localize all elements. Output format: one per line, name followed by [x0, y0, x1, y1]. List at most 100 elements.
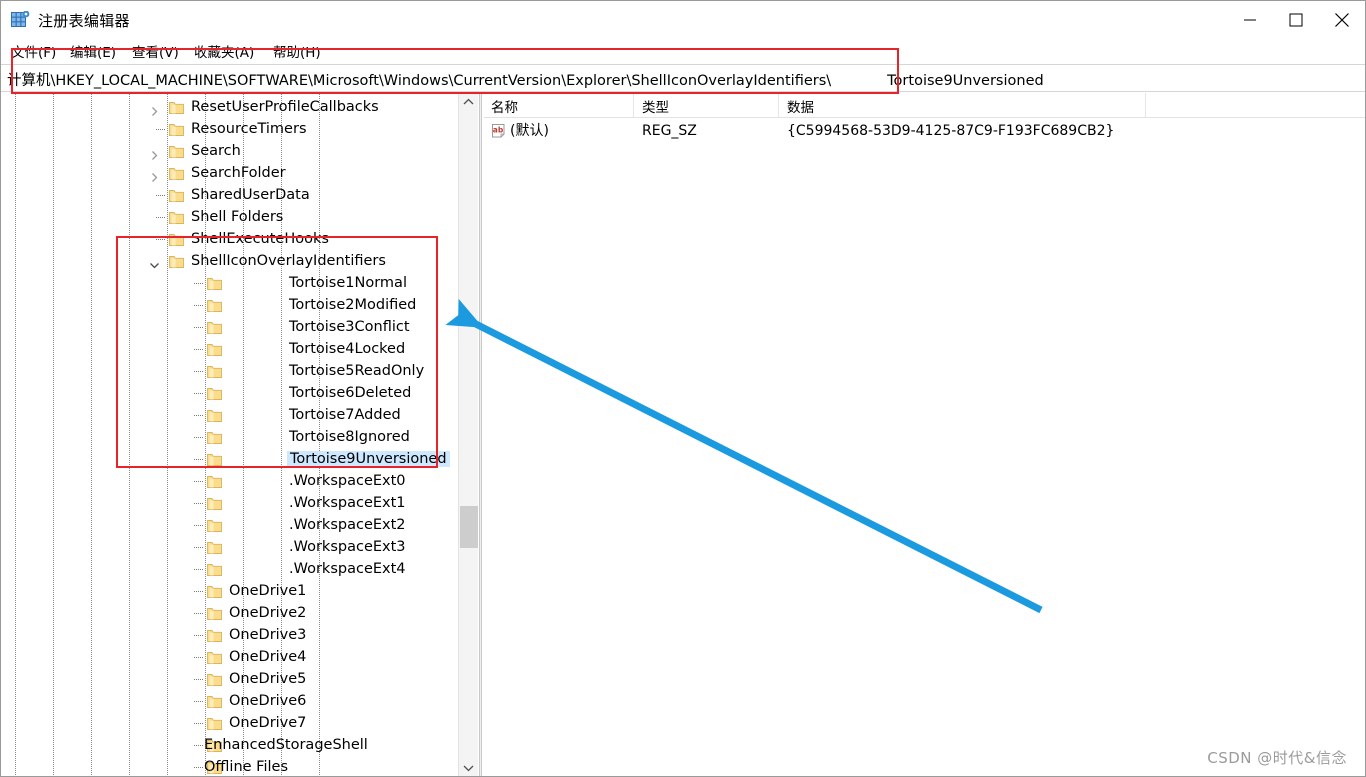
column-header-name[interactable]: 名称 — [491, 96, 518, 116]
title-bar: 注册表编辑器 — [1, 1, 1365, 39]
tree-item-label: OneDrive6 — [229, 693, 307, 709]
tree-item-label: Tortoise4Locked — [289, 341, 406, 357]
tree-item[interactable]: ShellIconOverlayIdentifiers — [1, 250, 458, 272]
tree-item[interactable]: .WorkspaceExt1 — [1, 492, 458, 514]
tree-item-label: Tortoise5ReadOnly — [289, 363, 425, 379]
tree-item[interactable]: OneDrive6 — [1, 690, 458, 712]
tree-connector — [194, 745, 203, 747]
tree-connector — [194, 481, 203, 483]
folder-icon — [207, 276, 222, 290]
folder-icon — [169, 100, 184, 114]
tree-item[interactable]: .WorkspaceExt4 — [1, 558, 458, 580]
folder-icon — [207, 320, 222, 334]
chevron-down-icon[interactable] — [149, 256, 160, 269]
tree-item-label: SharedUserData — [191, 187, 310, 203]
tree-item[interactable]: ResourceTimers — [1, 118, 458, 140]
tree-item-label: Tortoise1Normal — [289, 275, 407, 291]
pane-splitter[interactable] — [479, 93, 482, 776]
tree-connector — [194, 525, 203, 527]
tree-connector — [156, 129, 165, 131]
window-title: 注册表编辑器 — [38, 12, 130, 30]
column-header-type[interactable]: 类型 — [642, 96, 669, 116]
tree-item-label: OneDrive4 — [229, 649, 307, 665]
tree-item[interactable]: OneDrive2 — [1, 602, 458, 624]
folder-icon — [207, 584, 222, 598]
chevron-right-icon[interactable] — [149, 102, 160, 116]
folder-icon — [169, 166, 184, 180]
tree-item-label: ResourceTimers — [191, 121, 307, 137]
tree-item-label: Tortoise7Added — [289, 407, 401, 423]
menu-help[interactable]: 帮助(H) — [273, 41, 321, 61]
tree-item[interactable]: .WorkspaceExt3 — [1, 536, 458, 558]
tree-item[interactable]: EnhancedStorageShell — [1, 734, 458, 756]
folder-icon — [207, 408, 222, 422]
folder-icon — [207, 474, 222, 488]
menu-file[interactable]: 文件(F) — [11, 41, 56, 61]
scrollbar-thumb[interactable] — [460, 506, 478, 548]
tree-item-label: .WorkspaceExt1 — [289, 495, 406, 511]
tree-item[interactable]: SearchFolder — [1, 162, 458, 184]
folder-icon — [169, 144, 184, 158]
tree-item[interactable]: Tortoise8Ignored — [1, 426, 458, 448]
minimize-button[interactable] — [1227, 1, 1273, 39]
tree-item[interactable]: Tortoise9Unversioned — [1, 448, 458, 470]
tree-item-label: OneDrive7 — [229, 715, 307, 731]
tree-connector — [194, 591, 203, 593]
tree-item[interactable]: Tortoise4Locked — [1, 338, 458, 360]
folder-icon — [207, 694, 222, 708]
tree-item[interactable]: OneDrive4 — [1, 646, 458, 668]
watermark: CSDN @时代&信念 — [1207, 749, 1347, 767]
tree-connector — [194, 283, 203, 285]
tree-item[interactable]: Offline Files — [1, 756, 458, 776]
tree-item[interactable]: Search — [1, 140, 458, 162]
value-name: (默认) — [510, 123, 549, 139]
folder-icon — [207, 606, 222, 620]
tree-item[interactable]: Tortoise5ReadOnly — [1, 360, 458, 382]
tree-item[interactable]: OneDrive5 — [1, 668, 458, 690]
column-header-data[interactable]: 数据 — [787, 96, 814, 116]
tree-connector — [156, 239, 165, 241]
tree-item-label: Tortoise9Unversioned — [287, 448, 450, 470]
tree-item[interactable]: Tortoise3Conflict — [1, 316, 458, 338]
tree-item[interactable]: SharedUserData — [1, 184, 458, 206]
chevron-right-icon[interactable] — [149, 168, 160, 182]
registry-tree-pane[interactable]: ResetUserProfileCallbacks ResourceTimers S… — [1, 93, 458, 776]
tree-connector — [194, 349, 203, 351]
menu-edit[interactable]: 编辑(E) — [70, 41, 116, 61]
close-button[interactable] — [1319, 1, 1365, 39]
tree-connector — [194, 767, 203, 769]
tree-item-label: ResetUserProfileCallbacks — [191, 99, 379, 115]
list-header: 名称 类型 数据 — [484, 93, 1365, 118]
tree-item[interactable]: Tortoise1Normal — [1, 272, 458, 294]
tree-item[interactable]: .WorkspaceExt0 — [1, 470, 458, 492]
scroll-up-icon[interactable] — [459, 93, 478, 111]
tree-item[interactable]: OneDrive1 — [1, 580, 458, 602]
tree-item[interactable]: OneDrive3 — [1, 624, 458, 646]
folder-icon — [169, 232, 184, 246]
tree-item[interactable]: OneDrive7 — [1, 712, 458, 734]
maximize-button[interactable] — [1273, 1, 1319, 39]
menu-favorites[interactable]: 收藏夹(A) — [194, 41, 254, 61]
tree-connector — [194, 305, 203, 307]
folder-icon — [169, 122, 184, 136]
folder-icon — [169, 188, 184, 202]
tree-item[interactable]: Tortoise6Deleted — [1, 382, 458, 404]
scroll-down-icon[interactable] — [459, 759, 478, 776]
tree-vertical-scrollbar[interactable] — [458, 93, 478, 776]
tree-item[interactable]: .WorkspaceExt2 — [1, 514, 458, 536]
registry-values-pane[interactable]: 名称 类型 数据 ab (默认) REG_SZ {C5994568-53D9-4… — [484, 93, 1365, 776]
tree-item-label: Tortoise8Ignored — [289, 429, 410, 445]
menu-view[interactable]: 查看(V) — [132, 41, 179, 61]
tree-item[interactable]: Shell Folders — [1, 206, 458, 228]
tree-connector — [194, 679, 203, 681]
tree-item-label: .WorkspaceExt2 — [289, 517, 406, 533]
table-row[interactable]: ab (默认) REG_SZ {C5994568-53D9-4125-87C9-… — [484, 119, 1365, 143]
tree-item[interactable]: ShellExecuteHooks — [1, 228, 458, 250]
tree-item[interactable]: Tortoise2Modified — [1, 294, 458, 316]
tree-connector — [194, 547, 203, 549]
tree-item[interactable]: ResetUserProfileCallbacks — [1, 96, 458, 118]
value-data: {C5994568-53D9-4125-87C9-F193FC689CB2} — [787, 123, 1115, 139]
chevron-right-icon[interactable] — [149, 146, 160, 160]
address-bar[interactable]: 计算机\HKEY_LOCAL_MACHINE\SOFTWARE\Microsof… — [1, 64, 1365, 92]
tree-item[interactable]: Tortoise7Added — [1, 404, 458, 426]
